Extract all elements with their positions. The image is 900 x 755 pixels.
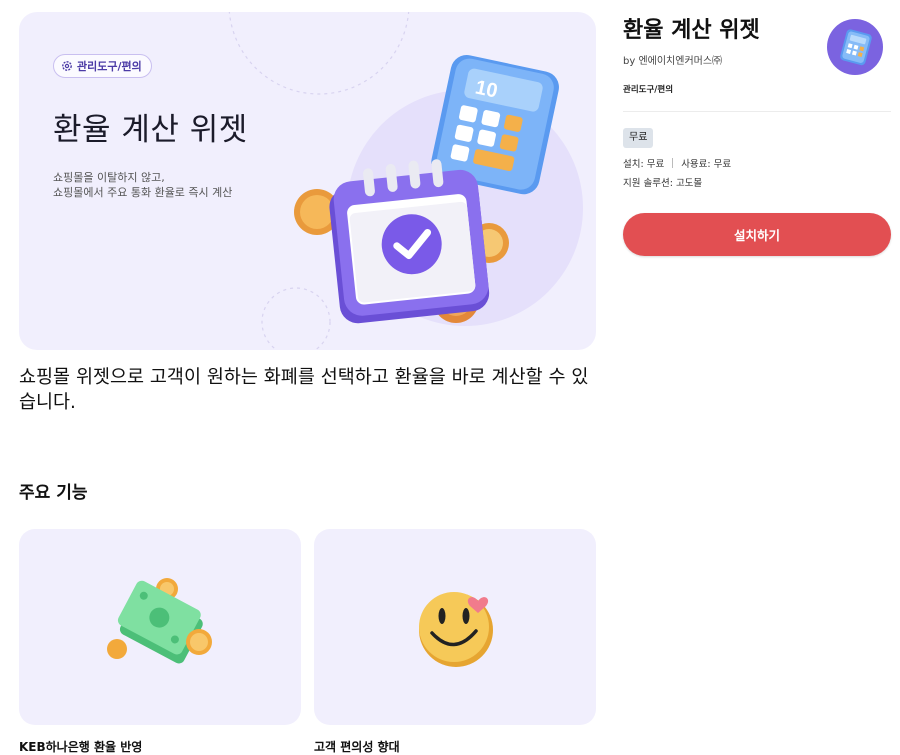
divider: [672, 158, 674, 168]
gear-icon: [62, 61, 72, 71]
category-badge: 관리도구/편의: [53, 54, 152, 78]
hero-desc-line: 쇼핑몰을 이탈하지 않고,: [53, 171, 165, 184]
money-icon: [107, 578, 212, 664]
divider: [623, 111, 891, 112]
install-button[interactable]: 설치하기: [623, 213, 891, 256]
price-badge: 무료: [623, 128, 654, 148]
calculator-icon: [827, 19, 883, 75]
features-heading: 주요 기능: [19, 483, 88, 503]
app-category: 관리도구/편의: [623, 85, 674, 95]
smiley-icon: [419, 592, 493, 667]
app-title: 환율 계산 위젯: [623, 18, 760, 43]
feature-label: KEB하나은행 환율 반영: [19, 740, 143, 754]
supported-solution: 지원 솔루션: 고도몰: [623, 178, 703, 189]
calculator-display: 10: [473, 76, 499, 102]
hero-description: 쇼핑몰을 이탈하지 않고, 쇼핑몰에서 주요 통화 환율로 즉시 계산: [53, 170, 232, 200]
pricing-info: 설치: 무료 사용료: 무료: [623, 156, 731, 170]
category-badge-label: 관리도구/편의: [77, 60, 142, 73]
feature-card: [314, 529, 596, 725]
app-summary: 쇼핑몰 위젯으로 고객이 원하는 화폐를 선택하고 환율을 바로 계산할 수 있…: [19, 367, 589, 413]
usage-fee: 사용료: 무료: [681, 159, 732, 170]
hero-banner: 10 관리도구/편의 환율 계산 위젯 쇼핑몰을 이탈하지 않고, 쇼핑몰에서 …: [19, 12, 596, 350]
feature-label: 고객 편의성 향대: [314, 740, 400, 754]
install-fee: 설치: 무료: [623, 159, 665, 170]
hero-title: 환율 계산 위젯: [53, 112, 248, 148]
developer-name: by 엔에이치엔커머스㈜: [623, 56, 723, 67]
feature-card: [19, 529, 301, 725]
calendar-icon: [329, 159, 490, 324]
hero-desc-line: 쇼핑몰에서 주요 통화 환율로 즉시 계산: [53, 186, 233, 199]
